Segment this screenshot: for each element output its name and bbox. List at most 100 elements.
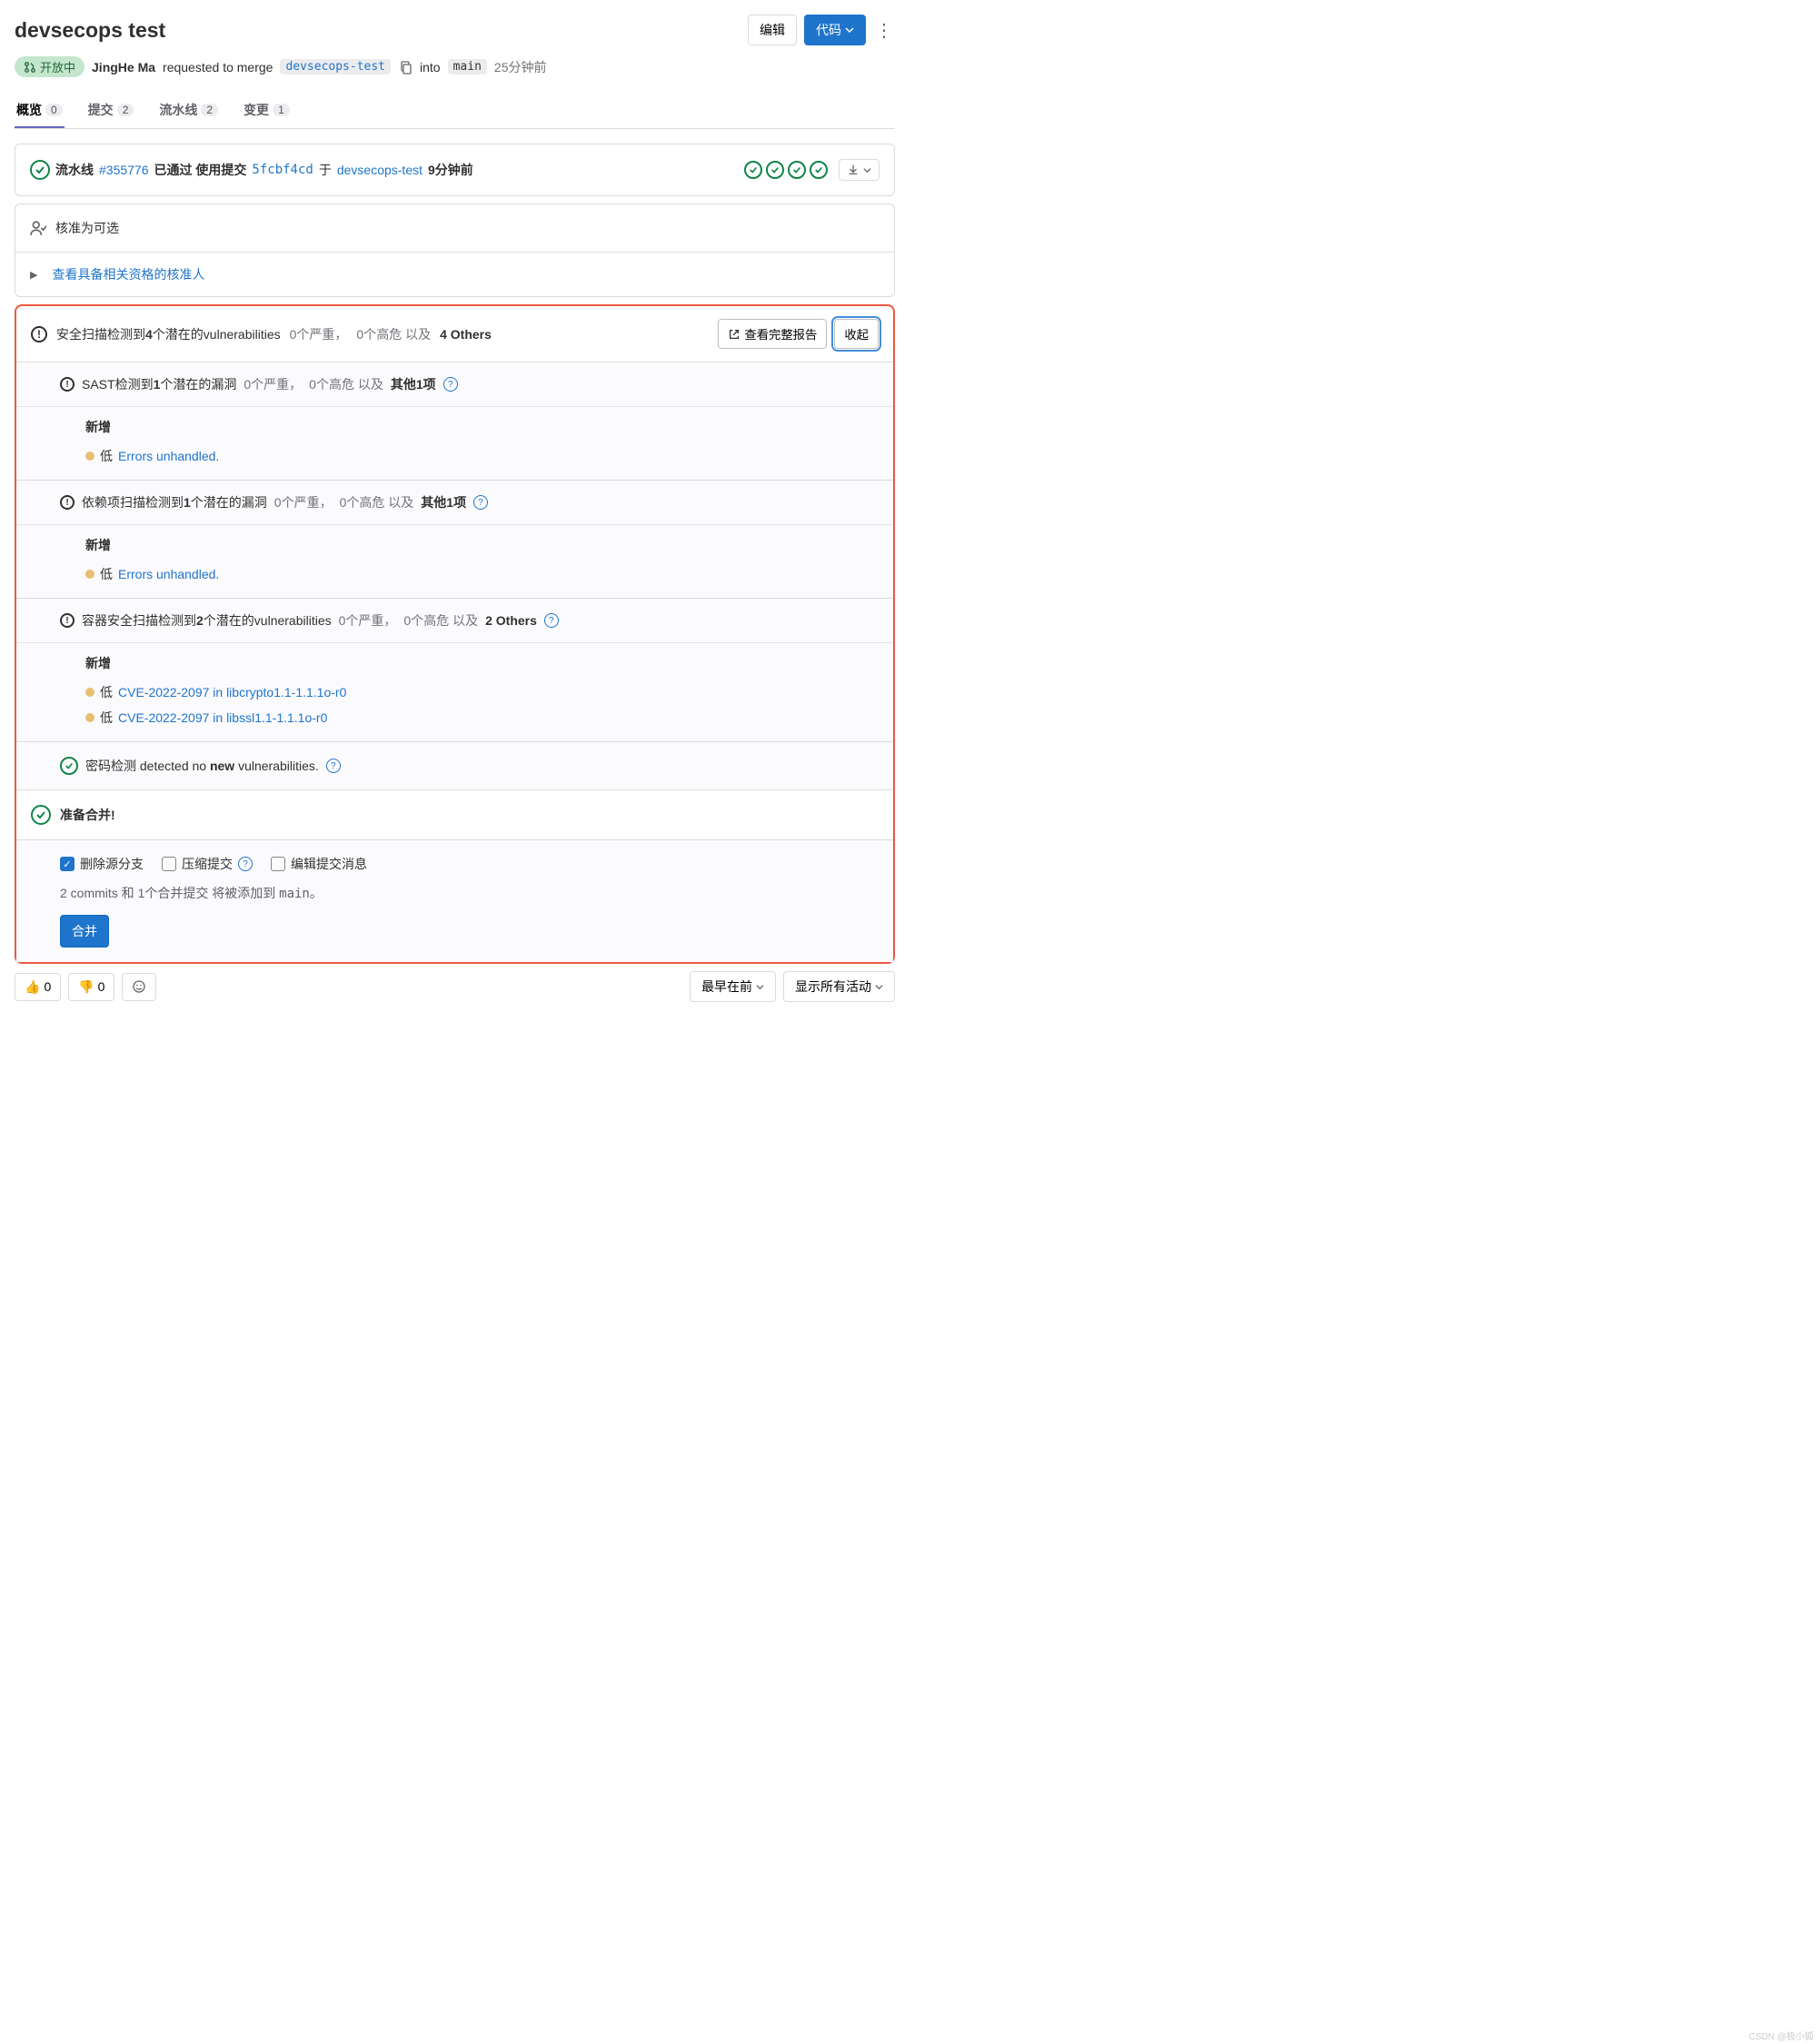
checkbox-icon <box>271 857 285 871</box>
view-approvers-link[interactable]: 查看具备相关资格的核准人 <box>52 265 204 283</box>
tab-changes-label: 变更 <box>244 101 269 119</box>
merge-request-icon <box>24 61 36 74</box>
activity-filter-dropdown[interactable]: 显示所有活动 <box>783 971 895 1002</box>
secret-detection-row: 密码检测 detected no new vulnerabilities. ? <box>16 741 893 789</box>
smile-icon <box>132 979 146 994</box>
tab-pipelines[interactable]: 流水线2 <box>157 92 220 128</box>
container-others: 2 Others <box>485 613 537 628</box>
finding-item: 低 Errors unhandled. <box>85 443 879 469</box>
warning-icon: ! <box>31 326 47 342</box>
help-icon[interactable]: ? <box>473 495 488 510</box>
approver-icon <box>30 220 46 236</box>
mr-tabs: 概览0 提交2 流水线2 变更1 <box>15 92 895 129</box>
chevron-down-icon <box>756 983 764 991</box>
sast-new-label: 新增 <box>85 418 879 436</box>
commits-note: 2 commits 和 1个合并提交 将被添加到 main。 <box>60 884 879 902</box>
finding-link[interactable]: Errors unhandled. <box>118 449 219 463</box>
tab-overview-label: 概览 <box>16 101 42 119</box>
help-icon[interactable]: ? <box>238 857 253 871</box>
more-actions-button[interactable]: ⋮ <box>873 19 895 42</box>
pipeline-time: 9分钟前 <box>428 161 473 179</box>
merge-button[interactable]: 合并 <box>60 915 109 948</box>
open-status-badge: 开放中 <box>15 56 84 77</box>
tab-changes[interactable]: 变更1 <box>242 92 292 128</box>
container-summary: 容器安全扫描检测到2个潜在的vulnerabilities <box>82 611 332 630</box>
tab-commits[interactable]: 提交2 <box>86 92 136 128</box>
checkbox-checked-icon: ✓ <box>60 857 75 871</box>
stage-status-icon[interactable] <box>744 161 762 179</box>
commit-sha-link[interactable]: 5fcbf4cd <box>252 163 313 177</box>
pipeline-widget: 流水线 #355776 已通过 使用提交 5fcbf4cd 于 devsecop… <box>15 144 895 196</box>
checkbox-icon <box>162 857 176 871</box>
header-actions: 编辑 代码 ⋮ <box>748 15 895 45</box>
success-icon <box>60 757 78 775</box>
full-report-label: 查看完整报告 <box>744 325 817 342</box>
finding-link[interactable]: Errors unhandled. <box>118 567 219 581</box>
approval-expander[interactable]: ▶ 查看具备相关资格的核准人 <box>15 252 894 296</box>
collapse-button[interactable]: 收起 <box>834 319 879 349</box>
squash-checkbox[interactable]: 压缩提交 ? <box>162 855 253 873</box>
ready-text: 准备合并! <box>60 806 115 824</box>
author-name[interactable]: JingHe Ma <box>92 60 155 74</box>
dep-summary: 依赖项扫描检测到1个潜在的漏洞 <box>82 493 267 511</box>
tab-commits-label: 提交 <box>88 101 114 119</box>
copy-branch-icon[interactable] <box>398 60 413 74</box>
security-widget: ! 安全扫描检测到4个潜在的vulnerabilities 0个严重， 0个高危… <box>15 304 895 964</box>
success-icon <box>31 805 51 825</box>
sast-summary: SAST检测到1个潜在的漏洞 <box>82 375 236 393</box>
thumbs-up-button[interactable]: 👍 0 <box>15 973 61 1001</box>
add-reaction-button[interactable] <box>122 973 156 1001</box>
help-icon[interactable]: ? <box>326 759 341 773</box>
delete-source-checkbox[interactable]: ✓ 删除源分支 <box>60 855 144 873</box>
stage-status-icon[interactable] <box>788 161 806 179</box>
sast-others: 其他1项 <box>391 375 436 393</box>
tab-overview[interactable]: 概览0 <box>15 92 65 128</box>
sast-section: ! SAST检测到1个潜在的漏洞 0个严重， 0个高危 以及 其他1项 ? 新增… <box>16 362 893 480</box>
edit-button[interactable]: 编辑 <box>748 15 797 45</box>
pipeline-id-link[interactable]: #355776 <box>99 163 149 177</box>
pipeline-passed-text: 已通过 使用提交 <box>154 161 247 179</box>
security-critical: 0个严重， <box>290 325 348 343</box>
open-status-text: 开放中 <box>40 58 75 75</box>
security-high: 0个高危 以及 <box>356 325 431 343</box>
sort-dropdown[interactable]: 最早在前 <box>690 971 776 1002</box>
container-new-label: 新增 <box>85 654 879 672</box>
chevron-down-icon <box>875 983 883 991</box>
severity-dot-low <box>85 451 94 461</box>
stage-status-icon[interactable] <box>766 161 784 179</box>
external-link-icon <box>728 328 741 341</box>
secret-detection-text: 密码检测 detected no new vulnerabilities. <box>85 757 319 775</box>
thumbs-down-button[interactable]: 👎 0 <box>68 973 114 1001</box>
finding-link[interactable]: CVE-2022-2097 in libssl1.1-1.1.1o-r0 <box>118 710 327 725</box>
requested-text: requested to merge <box>163 60 273 74</box>
mr-meta: 开放中 JingHe Ma requested to merge devseco… <box>15 56 895 77</box>
sast-critical: 0个严重， <box>244 375 302 393</box>
source-branch[interactable]: devsecops-test <box>280 59 391 74</box>
help-icon[interactable]: ? <box>544 613 559 628</box>
watermark: CSDN @极小狐 <box>1749 2029 1814 2042</box>
help-icon[interactable]: ? <box>443 377 458 392</box>
full-report-button[interactable]: 查看完整报告 <box>718 319 827 349</box>
severity-dot-low <box>85 688 94 697</box>
chevron-right-icon: ▶ <box>30 269 37 281</box>
pipeline-branch-link[interactable]: devsecops-test <box>337 163 422 177</box>
dep-high: 0个高危 以及 <box>340 493 414 511</box>
into-text: into <box>420 60 441 74</box>
finding-link[interactable]: CVE-2022-2097 in libcrypto1.1-1.1.1o-r0 <box>118 685 346 700</box>
pipeline-status-icon <box>30 160 50 180</box>
edit-commit-message-checkbox[interactable]: 编辑提交消息 <box>271 855 367 873</box>
pipeline-on-text: 于 <box>319 161 332 179</box>
download-artifacts-button[interactable] <box>839 159 880 181</box>
severity-dot-low <box>85 570 94 579</box>
sast-high: 0个高危 以及 <box>309 375 383 393</box>
tab-commits-count: 2 <box>117 104 134 116</box>
code-dropdown-button[interactable]: 代码 <box>804 15 866 45</box>
stage-status-icon[interactable] <box>810 161 828 179</box>
dep-critical: 0个严重， <box>274 493 333 511</box>
target-branch[interactable]: main <box>448 59 487 74</box>
code-button-label: 代码 <box>816 21 841 39</box>
squash-label: 压缩提交 <box>182 855 233 873</box>
finding-item: 低 CVE-2022-2097 in libssl1.1-1.1.1o-r0 <box>85 705 879 730</box>
tab-pipelines-label: 流水线 <box>159 101 197 119</box>
activity-label: 显示所有活动 <box>795 977 871 996</box>
